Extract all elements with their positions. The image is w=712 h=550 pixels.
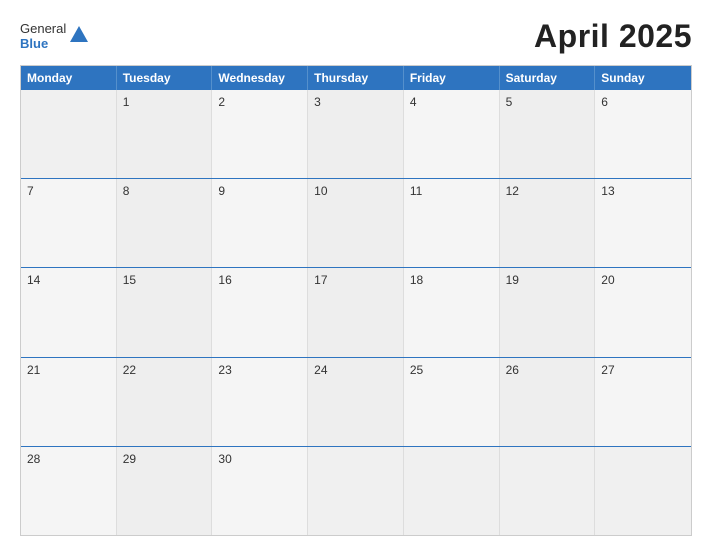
- cal-cell: 3: [308, 90, 404, 178]
- cal-cell: [500, 447, 596, 535]
- day-number: 5: [506, 95, 513, 109]
- cal-cell: 13: [595, 179, 691, 267]
- day-number: 19: [506, 273, 519, 287]
- day-number: 20: [601, 273, 614, 287]
- cal-cell: 5: [500, 90, 596, 178]
- day-number: 22: [123, 363, 136, 377]
- cal-cell: 16: [212, 268, 308, 356]
- day-number: 12: [506, 184, 519, 198]
- week-row-2: 7 8 9 10 11 12 13: [21, 178, 691, 267]
- cal-cell: 30: [212, 447, 308, 535]
- cal-cell: 11: [404, 179, 500, 267]
- cal-cell: [21, 90, 117, 178]
- logo-blue: Blue: [20, 37, 66, 51]
- cal-cell: 17: [308, 268, 404, 356]
- cal-cell: 28: [21, 447, 117, 535]
- day-number: 1: [123, 95, 130, 109]
- month-title: April 2025: [534, 18, 692, 55]
- day-number: 9: [218, 184, 225, 198]
- day-number: 17: [314, 273, 327, 287]
- page-header: General Blue April 2025: [20, 18, 692, 55]
- cal-cell: 10: [308, 179, 404, 267]
- header-day-saturday: Saturday: [500, 66, 596, 90]
- header-day-tuesday: Tuesday: [117, 66, 213, 90]
- cal-cell: 25: [404, 358, 500, 446]
- cal-cell: 1: [117, 90, 213, 178]
- cal-cell: 9: [212, 179, 308, 267]
- cal-cell: 19: [500, 268, 596, 356]
- day-number: 13: [601, 184, 614, 198]
- cal-cell: 22: [117, 358, 213, 446]
- day-number: 27: [601, 363, 614, 377]
- cal-cell: 26: [500, 358, 596, 446]
- day-number: 21: [27, 363, 40, 377]
- cal-cell: 18: [404, 268, 500, 356]
- header-day-friday: Friday: [404, 66, 500, 90]
- header-day-monday: Monday: [21, 66, 117, 90]
- cal-cell: 7: [21, 179, 117, 267]
- day-number: 16: [218, 273, 231, 287]
- header-day-thursday: Thursday: [308, 66, 404, 90]
- cal-cell: 15: [117, 268, 213, 356]
- day-number: 23: [218, 363, 231, 377]
- logo-text: General Blue: [20, 22, 66, 51]
- cal-cell: 24: [308, 358, 404, 446]
- header-day-sunday: Sunday: [595, 66, 691, 90]
- cal-cell: 6: [595, 90, 691, 178]
- day-number: 2: [218, 95, 225, 109]
- cal-cell: 23: [212, 358, 308, 446]
- day-number: 26: [506, 363, 519, 377]
- day-number: 25: [410, 363, 423, 377]
- calendar-header: MondayTuesdayWednesdayThursdayFridaySatu…: [21, 66, 691, 90]
- cal-cell: 29: [117, 447, 213, 535]
- cal-cell: 20: [595, 268, 691, 356]
- cal-cell: 4: [404, 90, 500, 178]
- cal-cell: 21: [21, 358, 117, 446]
- day-number: 14: [27, 273, 40, 287]
- cal-cell: [308, 447, 404, 535]
- logo: General Blue: [20, 22, 90, 51]
- cal-cell: 14: [21, 268, 117, 356]
- day-number: 7: [27, 184, 34, 198]
- day-number: 30: [218, 452, 231, 466]
- day-number: 8: [123, 184, 130, 198]
- cal-cell: 8: [117, 179, 213, 267]
- day-number: 4: [410, 95, 417, 109]
- week-row-4: 21 22 23 24 25 26 27: [21, 357, 691, 446]
- day-number: 18: [410, 273, 423, 287]
- day-number: 28: [27, 452, 40, 466]
- day-number: 15: [123, 273, 136, 287]
- header-day-wednesday: Wednesday: [212, 66, 308, 90]
- cal-cell: 2: [212, 90, 308, 178]
- calendar-page: General Blue April 2025 MondayTuesdayWed…: [0, 0, 712, 550]
- day-number: 24: [314, 363, 327, 377]
- cal-cell: [404, 447, 500, 535]
- cal-cell: [595, 447, 691, 535]
- week-row-1: 1 2 3 4 5 6: [21, 90, 691, 178]
- week-row-5: 28 29 30: [21, 446, 691, 535]
- cal-cell: 27: [595, 358, 691, 446]
- week-row-3: 14 15 16 17 18 19 20: [21, 267, 691, 356]
- logo-icon: [68, 24, 90, 46]
- calendar: MondayTuesdayWednesdayThursdayFridaySatu…: [20, 65, 692, 536]
- day-number: 3: [314, 95, 321, 109]
- logo-general: General: [20, 22, 66, 36]
- day-number: 29: [123, 452, 136, 466]
- day-number: 6: [601, 95, 608, 109]
- calendar-body: 1234567891011121314151617181920212223242…: [21, 90, 691, 535]
- day-number: 10: [314, 184, 327, 198]
- day-number: 11: [410, 184, 422, 198]
- cal-cell: 12: [500, 179, 596, 267]
